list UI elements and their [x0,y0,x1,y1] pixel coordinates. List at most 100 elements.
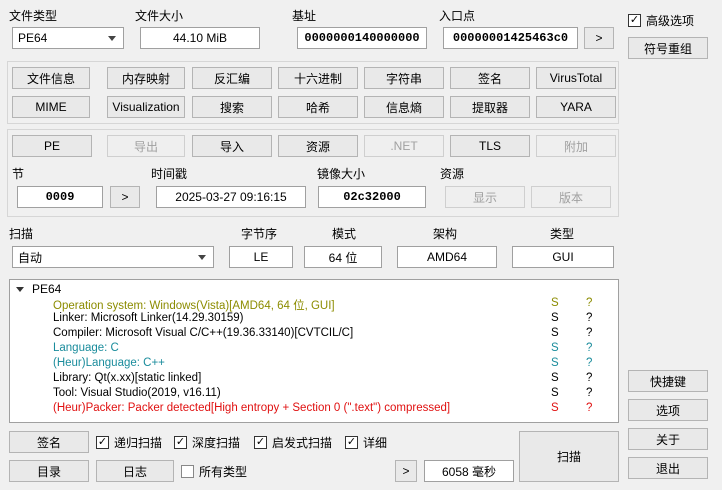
scan-label: 扫描 [9,227,34,241]
options-button[interactable]: 选项 [628,399,708,421]
result-signature-link[interactable]: S [551,372,559,384]
arch-label: 架构 [433,227,458,241]
image-size-label: 镜像大小 [317,167,366,181]
file-type-select[interactable]: PE64 [12,27,124,49]
result-text: Tool: Visual Studio(2019, v16.11) [53,387,221,399]
log-button[interactable]: 日志 [96,460,174,482]
result-row[interactable]: Library: Qt(x.xx)[static linked] S? [53,372,613,387]
result-row[interactable]: (Heur)Language: C++ S? [53,357,613,372]
overlay-button[interactable]: 附加 [536,135,616,157]
all-types-label: 所有类型 [199,465,248,479]
all-types-checkbox[interactable]: 所有类型 [181,463,247,480]
heuristic-scan-checkbox[interactable]: ✓ 启发式扫描 [254,434,332,451]
scan-button[interactable]: 扫描 [519,431,619,482]
entry-point-more-button[interactable]: > [584,27,614,49]
result-signature-link[interactable]: S [551,297,559,309]
scan-mode-select[interactable]: 自动 [12,246,214,268]
section-count-field: 0009 [17,186,103,208]
results-tree[interactable]: PE64 Operation system: Windows(Vista)[AM… [9,279,619,423]
result-info-link[interactable]: ? [586,372,592,384]
result-row[interactable]: Tool: Visual Studio(2019, v16.11) S? [53,387,613,402]
result-info-link[interactable]: ? [586,342,592,354]
result-signature-link[interactable]: S [551,312,559,324]
result-text: (Heur)Packer: Packer detected[High entro… [53,402,451,414]
expand-arrow-icon[interactable] [16,286,24,292]
res-show-button[interactable]: 显示 [445,186,525,208]
tool-strings-button[interactable]: 字符串 [364,67,444,89]
timestamp-label: 时间戳 [151,167,188,181]
advanced-options-checkbox[interactable]: ✓ 高级选项 [628,12,694,29]
result-signature-link[interactable]: S [551,342,559,354]
result-signature-link[interactable]: S [551,357,559,369]
arch-field: AMD64 [397,246,497,268]
res-version-button[interactable]: 版本 [531,186,611,208]
result-row[interactable]: Operation system: Windows(Vista)[AMD64, … [53,297,613,312]
tree-root-label: PE64 [32,282,62,296]
mode-field: 64 位 [304,246,382,268]
result-row[interactable]: Compiler: Microsoft Visual C/C++(19.36.3… [53,327,613,342]
result-info-link[interactable]: ? [586,402,592,414]
tool-extractor-button[interactable]: 提取器 [450,96,530,118]
exit-button[interactable]: 退出 [628,457,708,479]
tool-virustotal-button[interactable]: VirusTotal [536,67,616,89]
tool-hash-button[interactable]: 哈希 [278,96,358,118]
tool-hex-button[interactable]: 十六进制 [278,67,358,89]
result-signature-link[interactable]: S [551,327,559,339]
image-size-field: 02c32000 [318,186,426,208]
dotnet-button[interactable]: .NET [364,135,444,157]
file-size-label: 文件大小 [135,9,184,23]
recursive-scan-checkbox[interactable]: ✓ 递归扫描 [96,434,162,451]
tree-root[interactable]: PE64 [16,282,61,296]
symbol-demangle-button[interactable]: 符号重组 [628,37,708,59]
entry-point-field[interactable]: 00000001425463c0 [443,27,578,49]
section-more-button[interactable]: > [110,186,140,208]
tls-button[interactable]: TLS [450,135,530,157]
checkmark-icon: ✓ [345,436,358,449]
tool-yara-button[interactable]: YARA [536,96,616,118]
tool-file-info-button[interactable]: 文件信息 [12,67,90,89]
pe-button[interactable]: PE [12,135,92,157]
checkmark-icon: ✓ [628,14,641,27]
timestamp-field: 2025-03-27 09:16:15 [156,186,306,208]
result-text: Compiler: Microsoft Visual C/C++(19.36.3… [53,327,354,339]
deep-scan-checkbox[interactable]: ✓ 深度扫描 [174,434,240,451]
result-row[interactable]: Linker: Microsoft Linker(14.29.30159) S? [53,312,613,327]
verbose-checkbox[interactable]: ✓ 详细 [345,434,387,451]
result-row[interactable]: Language: C S? [53,342,613,357]
scan-time-field: 6058 毫秒 [424,460,514,482]
tool-disassembly-button[interactable]: 反汇编 [192,67,272,89]
result-text: Library: Qt(x.xx)[static linked] [53,372,202,384]
more-button[interactable]: > [395,460,417,482]
result-signature-link[interactable]: S [551,402,559,414]
checkmark-icon: ✓ [174,436,187,449]
result-info-link[interactable]: ? [586,357,592,369]
base-address-field[interactable]: 0000000140000000 [297,27,427,49]
directory-button[interactable]: 目录 [9,460,89,482]
checkmark-icon: ✓ [96,436,109,449]
resources-button[interactable]: 资源 [278,135,358,157]
file-type-label: 文件类型 [9,9,58,23]
about-button[interactable]: 关于 [628,428,708,450]
tool-entropy-button[interactable]: 信息熵 [364,96,444,118]
import-button[interactable]: 导入 [192,135,272,157]
result-info-link[interactable]: ? [586,297,592,309]
export-button[interactable]: 导出 [107,135,185,157]
tool-search-button[interactable]: 搜索 [192,96,272,118]
signatures-button[interactable]: 签名 [9,431,89,453]
tool-visualization-button[interactable]: Visualization [107,96,185,118]
result-signature-link[interactable]: S [551,387,559,399]
entry-point-label: 入口点 [439,9,476,23]
type-label: 类型 [550,227,575,241]
endian-field: LE [229,246,293,268]
result-row[interactable]: (Heur)Packer: Packer detected[High entro… [53,402,613,417]
tool-memory-map-button[interactable]: 内存映射 [107,67,185,89]
tool-mime-button[interactable]: MIME [12,96,90,118]
shortcuts-button[interactable]: 快捷键 [628,370,708,392]
result-info-link[interactable]: ? [586,312,592,324]
res-label: 资源 [440,167,465,181]
result-info-link[interactable]: ? [586,387,592,399]
result-info-link[interactable]: ? [586,327,592,339]
checkmark-icon: ✓ [254,436,267,449]
chevron-down-icon [108,36,116,41]
tool-signatures-button[interactable]: 签名 [450,67,530,89]
